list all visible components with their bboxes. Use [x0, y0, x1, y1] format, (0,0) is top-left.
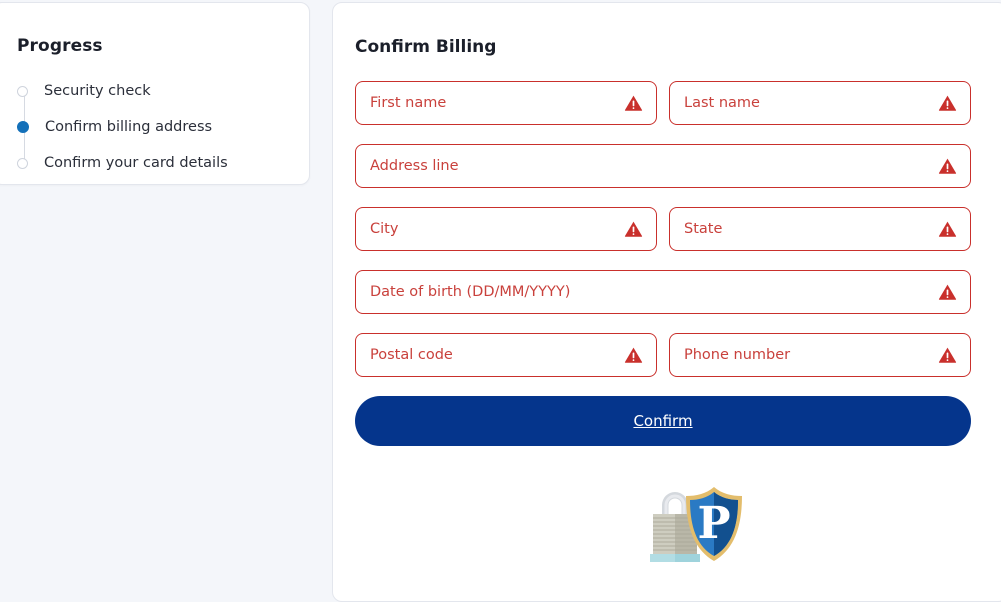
confirm-button[interactable]: Confirm — [355, 396, 971, 446]
address-line-placeholder: Address line — [370, 158, 459, 174]
warning-triangle-icon — [938, 284, 957, 300]
warning-triangle-icon — [624, 95, 643, 111]
security-badge-graphic: P — [650, 487, 742, 562]
form-row: First name Last name — [355, 81, 971, 125]
form-row: Date of birth (DD/MM/YYYY) — [355, 270, 971, 314]
last-name-field[interactable]: Last name — [669, 81, 971, 125]
form-row: Address line — [355, 144, 971, 188]
warning-triangle-icon — [624, 221, 643, 237]
page-title: Progress — [17, 36, 103, 56]
last-name-placeholder: Last name — [684, 95, 760, 111]
billing-panel: Confirm Billing First name Last name Add… — [332, 2, 1001, 602]
progress-step-confirm-card-details[interactable]: Confirm your card details — [17, 145, 287, 181]
progress-step-confirm-billing-address[interactable]: Confirm billing address — [17, 109, 287, 145]
address-line-field[interactable]: Address line — [355, 144, 971, 188]
warning-triangle-icon — [938, 347, 957, 363]
progress-step-label: Security check — [44, 83, 151, 99]
city-placeholder: City — [370, 221, 399, 237]
postal-code-field[interactable]: Postal code — [355, 333, 657, 377]
state-field[interactable]: State — [669, 207, 971, 251]
first-name-placeholder: First name — [370, 95, 447, 111]
phone-number-placeholder: Phone number — [684, 347, 791, 363]
billing-form: First name Last name Address line City S… — [355, 81, 971, 562]
step-dot-icon — [17, 157, 28, 169]
postal-code-placeholder: Postal code — [370, 347, 453, 363]
step-dot-active-icon — [17, 121, 29, 133]
date-of-birth-placeholder: Date of birth (DD/MM/YYYY) — [370, 284, 571, 300]
progress-step-label: Confirm billing address — [45, 119, 213, 135]
progress-step-label: Confirm your card details — [44, 155, 228, 171]
security-badge: P — [355, 481, 1001, 567]
step-dot-icon — [17, 85, 28, 97]
svg-text:P: P — [697, 498, 730, 549]
form-row: City State — [355, 207, 971, 251]
warning-triangle-icon — [938, 158, 957, 174]
phone-number-field[interactable]: Phone number — [669, 333, 971, 377]
form-row: Postal code Phone number — [355, 333, 971, 377]
city-field[interactable]: City — [355, 207, 657, 251]
progress-card: Progress Security check Confirm billing … — [0, 2, 310, 185]
warning-triangle-icon — [938, 95, 957, 111]
date-of-birth-field[interactable]: Date of birth (DD/MM/YYYY) — [355, 270, 971, 314]
first-name-field[interactable]: First name — [355, 81, 657, 125]
warning-triangle-icon — [938, 221, 957, 237]
progress-step-list: Security check Confirm billing address C… — [17, 73, 287, 181]
billing-title: Confirm Billing — [355, 37, 497, 57]
state-placeholder: State — [684, 221, 723, 237]
warning-triangle-icon — [624, 347, 643, 363]
progress-step-security-check[interactable]: Security check — [17, 73, 287, 109]
